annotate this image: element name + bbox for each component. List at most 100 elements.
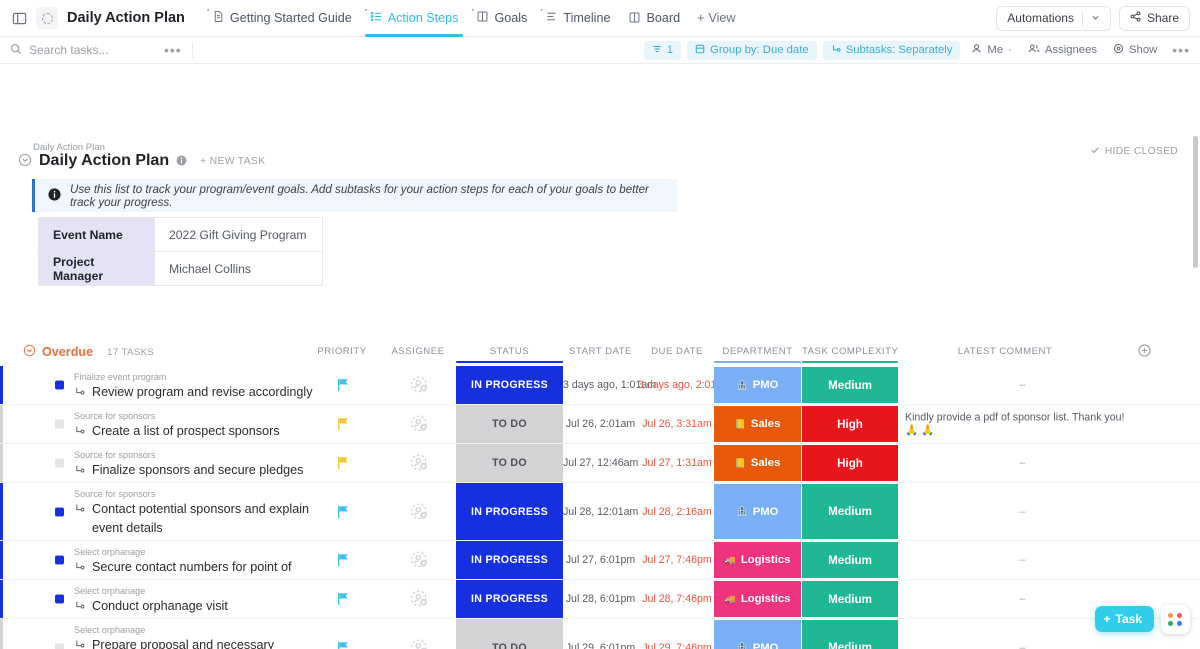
assignee-avatar[interactable]	[410, 454, 429, 473]
task-complexity-badge[interactable]: Medium	[802, 367, 898, 403]
task-row[interactable]: Source for sponsors Create a list of pros…	[0, 405, 1200, 444]
task-checkbox[interactable]	[55, 458, 64, 468]
filter-count-chip[interactable]: 1	[643, 40, 682, 60]
task-name-wrapper[interactable]: Finalize sponsors and secure pledges	[74, 461, 324, 480]
latest-comment[interactable]: –	[905, 593, 1140, 605]
task-name[interactable]: Conduct orphanage visit	[92, 597, 228, 616]
task-name-wrapper[interactable]: Create a list of prospect sponsors	[74, 422, 324, 441]
department-badge[interactable]: 📒 Sales	[714, 445, 801, 481]
latest-comment[interactable]: –	[905, 457, 1140, 469]
hide-closed-button[interactable]: HIDE CLOSED	[1090, 145, 1178, 158]
collapse-caret-icon[interactable]	[18, 153, 32, 170]
task-row[interactable]: Source for sponsors Contact potential spo…	[0, 483, 1200, 541]
collapse-caret-icon[interactable]	[23, 344, 36, 360]
department-badge[interactable]: 🏦 PMO	[714, 484, 801, 539]
task-checkbox[interactable]	[55, 419, 64, 429]
search-input[interactable]	[29, 43, 134, 57]
vertical-scrollbar[interactable]	[1193, 136, 1198, 641]
assignee-avatar[interactable]	[410, 590, 429, 609]
department-badge[interactable]: 📒 Sales	[714, 406, 801, 442]
tab-board[interactable]: Board	[619, 0, 689, 37]
task-complexity-badge[interactable]: Medium	[802, 620, 898, 649]
subtasks-chip[interactable]: Subtasks: Separately	[822, 40, 961, 60]
assignee-avatar[interactable]	[410, 638, 429, 649]
task-checkbox[interactable]	[55, 643, 64, 649]
sidebar-toggle-icon[interactable]	[8, 7, 30, 29]
column-header[interactable]: DEPARTMENT	[714, 346, 801, 363]
parent-task-label[interactable]: Select orphanage	[74, 625, 145, 635]
parent-task-label[interactable]: Select orphanage	[74, 547, 145, 557]
task-row[interactable]: Source for sponsors Finalize sponsors and…	[0, 444, 1200, 483]
new-task-button[interactable]: + NEW TASK	[200, 156, 265, 167]
task-row[interactable]: Finalize event program Review program and…	[0, 366, 1200, 405]
column-header[interactable]: STATUS	[456, 346, 563, 363]
column-header[interactable]: PRIORITY	[311, 346, 373, 357]
search-more-button[interactable]: •••	[164, 42, 182, 58]
add-task-fab[interactable]: + Task	[1094, 606, 1154, 632]
info-icon[interactable]	[176, 154, 187, 169]
start-date[interactable]: Jul 26, 2:01am	[563, 418, 638, 430]
department-badge[interactable]: 🚚 Logistics	[714, 542, 801, 578]
group-header-left[interactable]: Overdue 17 TASKS	[23, 344, 154, 360]
priority-flag-icon[interactable]	[337, 641, 349, 649]
task-row[interactable]: Select orphanage Prepare proposal and nec…	[0, 619, 1200, 649]
automations-button[interactable]: Automations	[996, 5, 1111, 31]
priority-flag-icon[interactable]	[337, 554, 349, 567]
latest-comment[interactable]: –	[905, 554, 1140, 566]
status-badge[interactable]: TO DO	[456, 405, 563, 443]
start-date[interactable]: 3 days ago, 1:01am	[563, 379, 656, 391]
start-date[interactable]: Jul 27, 6:01pm	[563, 554, 638, 566]
due-date[interactable]: Jul 29, 7:46pm	[638, 642, 716, 649]
due-date[interactable]: Jul 28, 2:16am	[638, 506, 716, 518]
tab-timeline[interactable]: ▪ Timeline	[536, 0, 619, 37]
task-row[interactable]: Select orphanage Secure contact numbers f…	[0, 541, 1200, 593]
scrollbar-thumb[interactable]	[1193, 136, 1198, 268]
assignee-avatar[interactable]	[410, 415, 429, 434]
assignees-filter-button[interactable]: Assignees	[1023, 41, 1102, 60]
due-date[interactable]: Jul 26, 3:31am	[638, 418, 716, 430]
department-badge[interactable]: 🏦 PMO	[714, 620, 801, 649]
task-checkbox[interactable]	[55, 555, 64, 565]
add-view-button[interactable]: + View	[697, 11, 735, 25]
due-date[interactable]: Jul 27, 1:31am	[638, 457, 716, 469]
status-badge[interactable]: IN PROGRESS	[456, 483, 563, 540]
more-options-button[interactable]: •••	[1172, 42, 1190, 58]
latest-comment[interactable]: Kindly provide a pdf of sponsor list. Th…	[905, 412, 1140, 437]
chevron-down-icon[interactable]	[1091, 11, 1100, 25]
space-avatar-icon[interactable]	[36, 7, 58, 29]
parent-task-label[interactable]: Finalize event program	[74, 372, 167, 382]
task-name[interactable]: Review program and revise accordingly	[92, 383, 313, 402]
task-checkbox[interactable]	[55, 507, 64, 516]
department-badge[interactable]: 🏦 PMO	[714, 367, 801, 403]
assignee-avatar[interactable]	[410, 502, 429, 521]
column-header[interactable]: DUE DATE	[638, 346, 716, 357]
task-name-wrapper[interactable]: Contact potential sponsors and explain e…	[74, 500, 324, 538]
tab-getting-started-guide[interactable]: ▪ Getting Started Guide	[203, 0, 361, 37]
status-badge[interactable]: TO DO	[456, 444, 563, 482]
latest-comment[interactable]: –	[905, 642, 1140, 649]
priority-flag-icon[interactable]	[337, 379, 349, 392]
task-checkbox[interactable]	[55, 594, 64, 604]
due-date[interactable]: Jul 28, 7:46pm	[638, 593, 716, 605]
latest-comment[interactable]: –	[905, 379, 1140, 391]
show-button[interactable]: Show	[1108, 41, 1162, 60]
parent-task-label[interactable]: Select orphanage	[74, 586, 145, 596]
task-complexity-badge[interactable]: Medium	[802, 581, 898, 617]
task-complexity-badge[interactable]: High	[802, 406, 898, 442]
status-badge[interactable]: IN PROGRESS	[456, 580, 563, 618]
priority-flag-icon[interactable]	[337, 505, 349, 518]
task-name[interactable]: Create a list of prospect sponsors	[92, 422, 280, 441]
share-button[interactable]: Share	[1118, 5, 1190, 31]
parent-task-label[interactable]: Source for sponsors	[74, 450, 155, 460]
column-header[interactable]: ASSIGNEE	[387, 346, 449, 357]
parent-task-label[interactable]: Source for sponsors	[74, 489, 155, 499]
status-badge[interactable]: TO DO	[456, 619, 563, 649]
task-name[interactable]: Contact potential sponsors and explain e…	[92, 500, 324, 538]
group-by-chip[interactable]: Group by: Due date	[687, 40, 817, 60]
due-date[interactable]: Jul 27, 7:46pm	[638, 554, 716, 566]
start-date[interactable]: Jul 28, 12:01am	[563, 506, 638, 518]
add-column-button[interactable]	[1138, 344, 1151, 360]
status-badge[interactable]: IN PROGRESS	[456, 366, 563, 404]
task-complexity-badge[interactable]: Medium	[802, 484, 898, 539]
tab-goals[interactable]: ▪ Goals	[467, 0, 536, 37]
